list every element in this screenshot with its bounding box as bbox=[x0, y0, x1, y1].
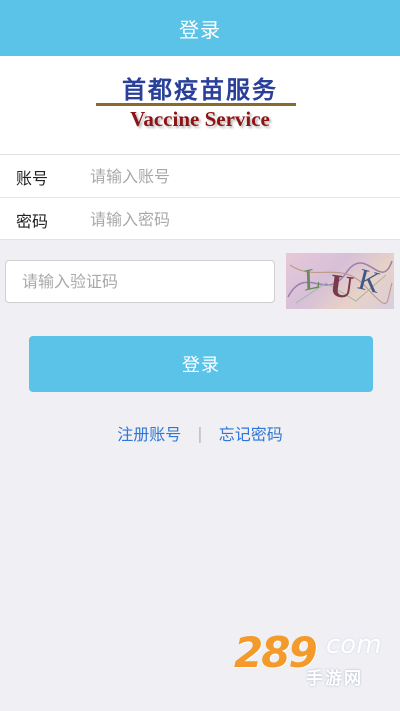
logo-title-cn: 首都疫苗服务 bbox=[122, 76, 278, 104]
account-label: 账号 bbox=[16, 168, 49, 188]
password-label: 密码 bbox=[16, 211, 49, 231]
password-row: 密码 bbox=[0, 198, 400, 241]
captcha-graphic: L U K bbox=[287, 260, 393, 306]
watermark-logo: 289 com 手游网 bbox=[234, 628, 384, 689]
logo-title-en: Vaccine Service bbox=[130, 107, 270, 131]
link-separator: | bbox=[197, 423, 203, 443]
forgot-password-link[interactable]: 忘记密码 bbox=[219, 421, 283, 445]
logo-divider bbox=[96, 103, 296, 106]
watermark-suffix: com bbox=[326, 630, 382, 660]
logo-area: 首都疫苗服务 Vaccine Service bbox=[0, 56, 400, 154]
password-input[interactable] bbox=[88, 198, 400, 241]
login-button[interactable]: 登录 bbox=[29, 336, 373, 392]
header-title: 登录 bbox=[179, 17, 221, 42]
captcha-input[interactable] bbox=[5, 260, 275, 303]
login-form: 账号 密码 bbox=[0, 154, 400, 241]
watermark-subtitle: 手游网 bbox=[306, 669, 363, 689]
watermark-number: 289 bbox=[234, 628, 318, 677]
account-row: 账号 bbox=[0, 155, 400, 198]
register-link[interactable]: 注册账号 bbox=[117, 421, 181, 445]
captcha-char-2: U bbox=[328, 267, 356, 306]
captcha-image[interactable]: L U K bbox=[286, 253, 394, 309]
account-input[interactable] bbox=[88, 155, 400, 198]
app-header: 登录 bbox=[0, 0, 400, 56]
captcha-char-1: L bbox=[299, 262, 323, 298]
captcha-char-3: K bbox=[355, 263, 384, 300]
account-links: 注册账号 | 忘记密码 bbox=[0, 420, 400, 446]
